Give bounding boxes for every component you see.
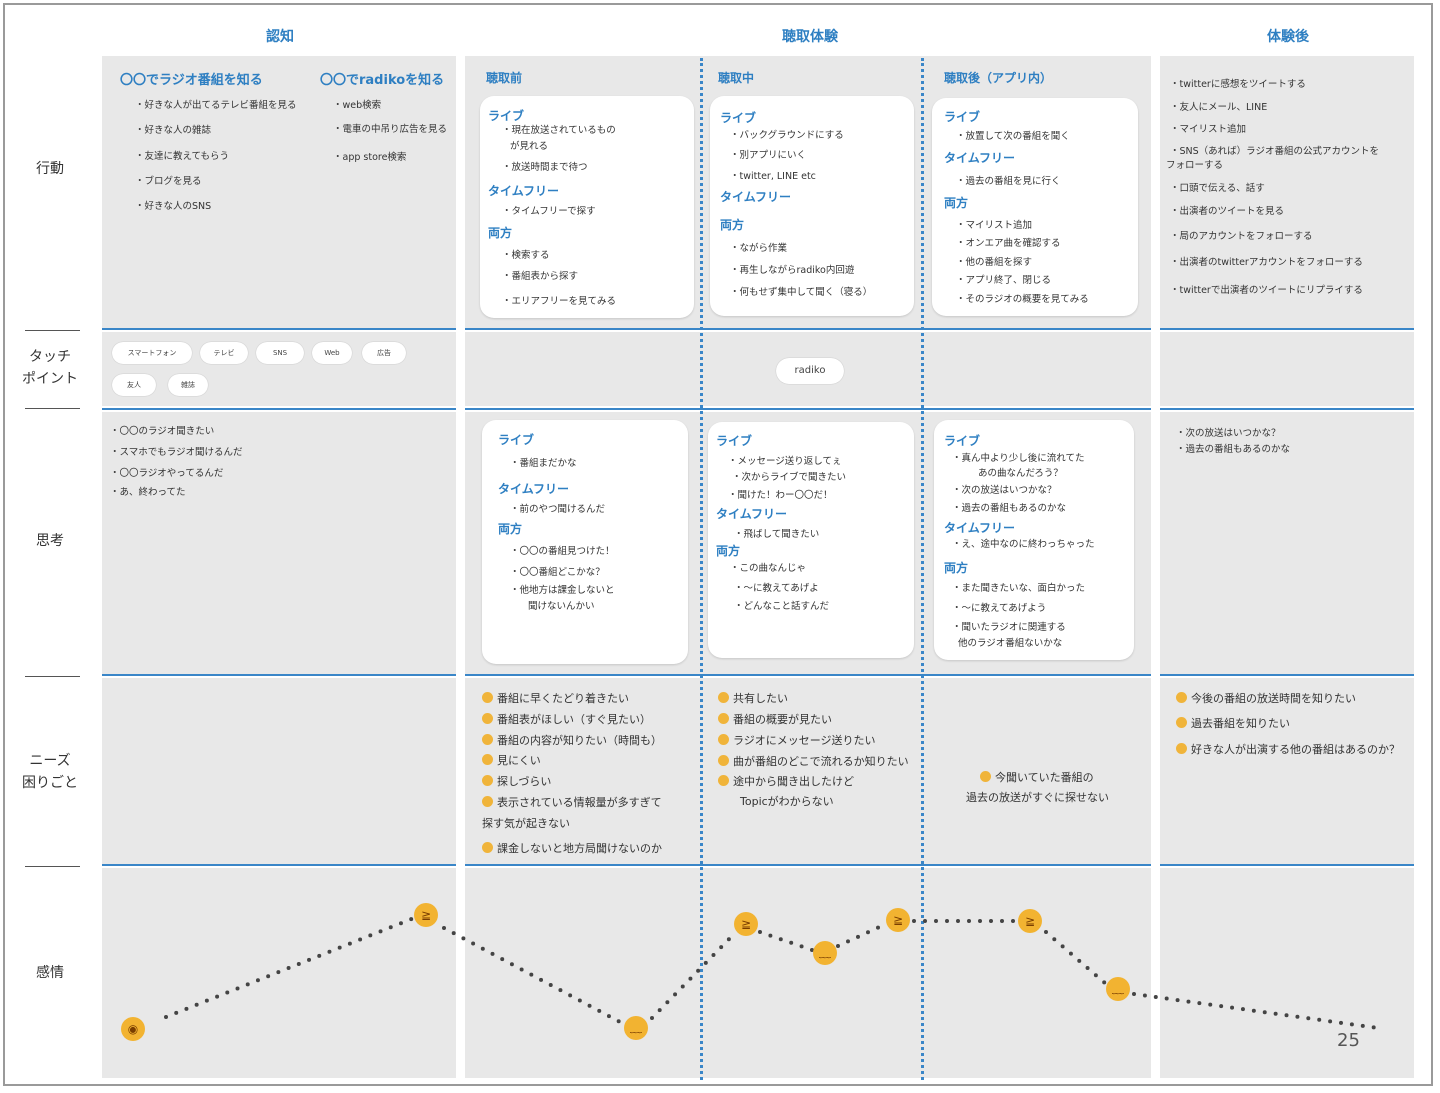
page-number: 25	[1337, 1030, 1360, 1051]
weary-face-icon: ﹏	[1106, 977, 1130, 1001]
flushed-face-icon: ◉	[121, 1017, 145, 1041]
weary-face-icon: ﹏	[624, 1016, 648, 1040]
emotion-line-segment	[1132, 992, 1380, 1030]
emotion-line-segment	[164, 916, 416, 1019]
emotion-curve	[164, 916, 1380, 1030]
grinning-squint-face-icon: ≧	[886, 908, 910, 932]
emotion-line-segment	[442, 926, 622, 1024]
emotion-line-segment	[758, 930, 814, 952]
grinning-squint-face-icon: ≧	[1018, 909, 1042, 933]
grinning-squint-face-icon: ≧	[414, 903, 438, 927]
emotion-line-segment	[836, 922, 888, 948]
grinning-squint-face-icon: ≧	[734, 912, 758, 936]
emotion-line-segment	[1044, 930, 1108, 986]
weary-face-icon: ﹏	[813, 941, 837, 965]
emotion-line-segment	[650, 930, 738, 1020]
